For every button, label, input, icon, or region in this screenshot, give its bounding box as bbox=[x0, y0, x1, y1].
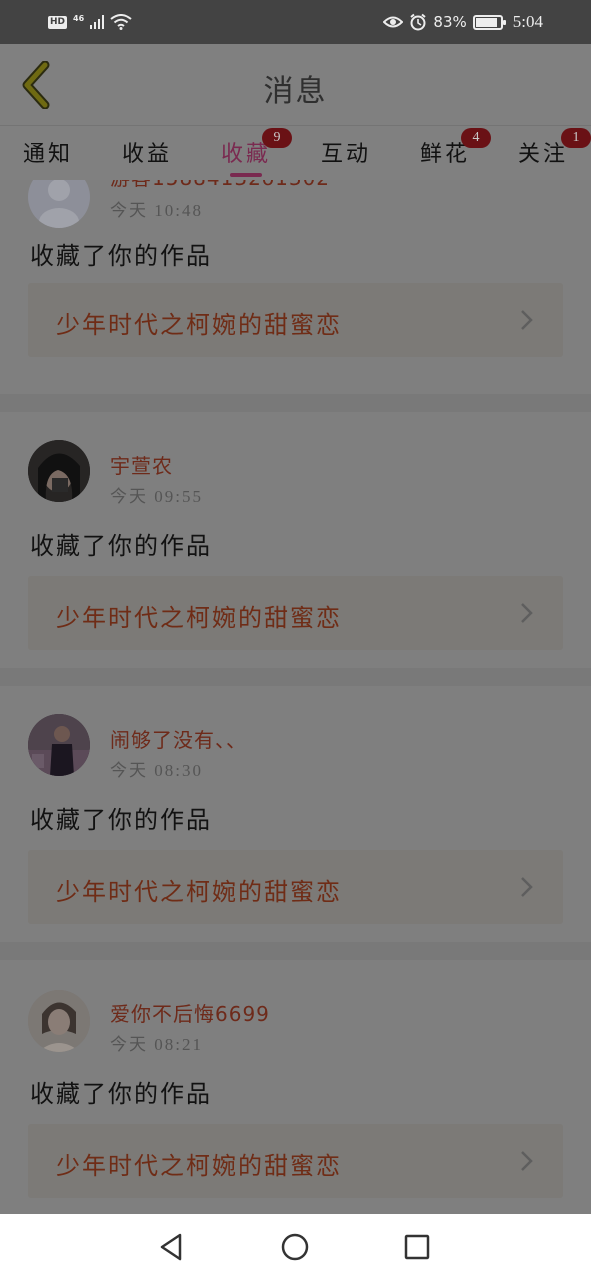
system-nav-bar bbox=[0, 1214, 591, 1280]
tab-badge: 4 bbox=[461, 128, 491, 148]
tab-following[interactable]: 关注 1 bbox=[503, 128, 591, 176]
battery-percent: 83% bbox=[433, 13, 467, 31]
avatar[interactable] bbox=[28, 180, 90, 228]
chevron-right-icon bbox=[521, 310, 533, 330]
tab-underline bbox=[230, 173, 262, 177]
tab-badge: 9 bbox=[262, 128, 292, 148]
avatar[interactable] bbox=[28, 990, 90, 1052]
user-photo-icon bbox=[28, 440, 90, 502]
status-right: 83% 5:04 bbox=[383, 12, 543, 32]
tab-notice[interactable]: 通知 bbox=[8, 136, 88, 176]
square-recents-icon[interactable] bbox=[399, 1229, 435, 1265]
circle-home-icon[interactable] bbox=[277, 1229, 313, 1265]
eye-icon bbox=[383, 16, 404, 28]
work-link[interactable]: 少年时代之柯婉的甜蜜恋 bbox=[28, 1124, 563, 1198]
action-text: 收藏了你的作品 bbox=[30, 1080, 212, 1108]
tab-label: 收益 bbox=[121, 142, 172, 167]
list-item: 爱你不后悔6699 今天 08:21 收藏了你的作品 少年时代之柯婉的甜蜜恋 bbox=[0, 960, 591, 1214]
user-photo-icon bbox=[28, 714, 90, 776]
battery-icon bbox=[472, 14, 506, 30]
alarm-icon bbox=[410, 13, 427, 31]
divider bbox=[0, 942, 591, 960]
action-text: 收藏了你的作品 bbox=[30, 532, 212, 560]
avatar[interactable] bbox=[28, 440, 90, 502]
tab-earnings[interactable]: 收益 bbox=[107, 136, 187, 176]
tab-badge: 1 bbox=[561, 128, 591, 148]
username[interactable]: 宇萱农 bbox=[110, 450, 173, 479]
divider bbox=[0, 668, 591, 686]
list-item: 闹够了没有、、 今天 08:30 收藏了你的作品 少年时代之柯婉的甜蜜恋 bbox=[0, 686, 591, 942]
work-link[interactable]: 少年时代之柯婉的甜蜜恋 bbox=[28, 283, 563, 357]
chevron-right-icon bbox=[521, 877, 533, 897]
username[interactable]: 游客15884132б1302 bbox=[110, 180, 330, 191]
username[interactable]: 爱你不后悔6699 bbox=[110, 998, 270, 1027]
status-left: HD 46 bbox=[48, 14, 132, 30]
triangle-back-icon[interactable] bbox=[154, 1229, 190, 1265]
chevron-right-icon bbox=[521, 603, 533, 623]
work-title: 少年时代之柯婉的甜蜜恋 bbox=[56, 311, 342, 339]
status-bar: HD 46 83% 5:04 bbox=[0, 0, 591, 44]
avatar[interactable] bbox=[28, 714, 90, 776]
timestamp: 今天 08:30 bbox=[110, 761, 203, 780]
tab-label: 通知 bbox=[22, 142, 73, 167]
tab-interaction[interactable]: 互动 bbox=[306, 136, 386, 176]
tab-label: 关注 bbox=[517, 142, 568, 167]
list-item: 宇萱农 今天 09:55 收藏了你的作品 少年时代之柯婉的甜蜜恋 bbox=[0, 412, 591, 668]
app-header: 消息 bbox=[0, 44, 591, 126]
tab-favorites[interactable]: 收藏 9 bbox=[206, 128, 292, 177]
username[interactable]: 闹够了没有、、 bbox=[110, 724, 247, 753]
tab-flowers[interactable]: 鲜花 4 bbox=[405, 128, 491, 176]
action-text: 收藏了你的作品 bbox=[30, 806, 212, 834]
divider bbox=[0, 394, 591, 412]
timestamp: 今天 10:48 bbox=[110, 201, 203, 220]
timestamp: 今天 08:21 bbox=[110, 1035, 203, 1054]
work-link[interactable]: 少年时代之柯婉的甜蜜恋 bbox=[28, 850, 563, 924]
page-title: 消息 bbox=[263, 74, 328, 109]
signal-icon bbox=[90, 15, 105, 29]
clock-time: 5:04 bbox=[512, 12, 543, 31]
tab-label: 互动 bbox=[320, 142, 371, 167]
work-title: 少年时代之柯婉的甜蜜恋 bbox=[56, 1152, 342, 1180]
wifi-icon bbox=[110, 14, 132, 30]
work-title: 少年时代之柯婉的甜蜜恋 bbox=[56, 878, 342, 906]
tab-label: 鲜花 bbox=[419, 142, 470, 167]
work-title: 少年时代之柯婉的甜蜜恋 bbox=[56, 604, 342, 632]
work-link[interactable]: 少年时代之柯婉的甜蜜恋 bbox=[28, 576, 563, 650]
chevron-right-icon bbox=[521, 1151, 533, 1171]
user-photo-icon bbox=[28, 990, 90, 1052]
network-type: 46 bbox=[73, 13, 85, 23]
message-list: 游客15884132б1302 今天 10:48 收藏了你的作品 少年时代之柯婉… bbox=[0, 180, 591, 1214]
tab-label: 收藏 bbox=[220, 142, 271, 167]
action-text: 收藏了你的作品 bbox=[30, 242, 212, 270]
timestamp: 今天 09:55 bbox=[110, 487, 203, 506]
message-tabs: 通知 收益 收藏 9 互动 鲜花 4 关注 1 bbox=[0, 126, 591, 180]
list-item: 游客15884132б1302 今天 10:48 收藏了你的作品 少年时代之柯婉… bbox=[0, 180, 591, 394]
default-avatar-icon bbox=[39, 180, 79, 228]
hd-indicator: HD bbox=[48, 15, 68, 29]
